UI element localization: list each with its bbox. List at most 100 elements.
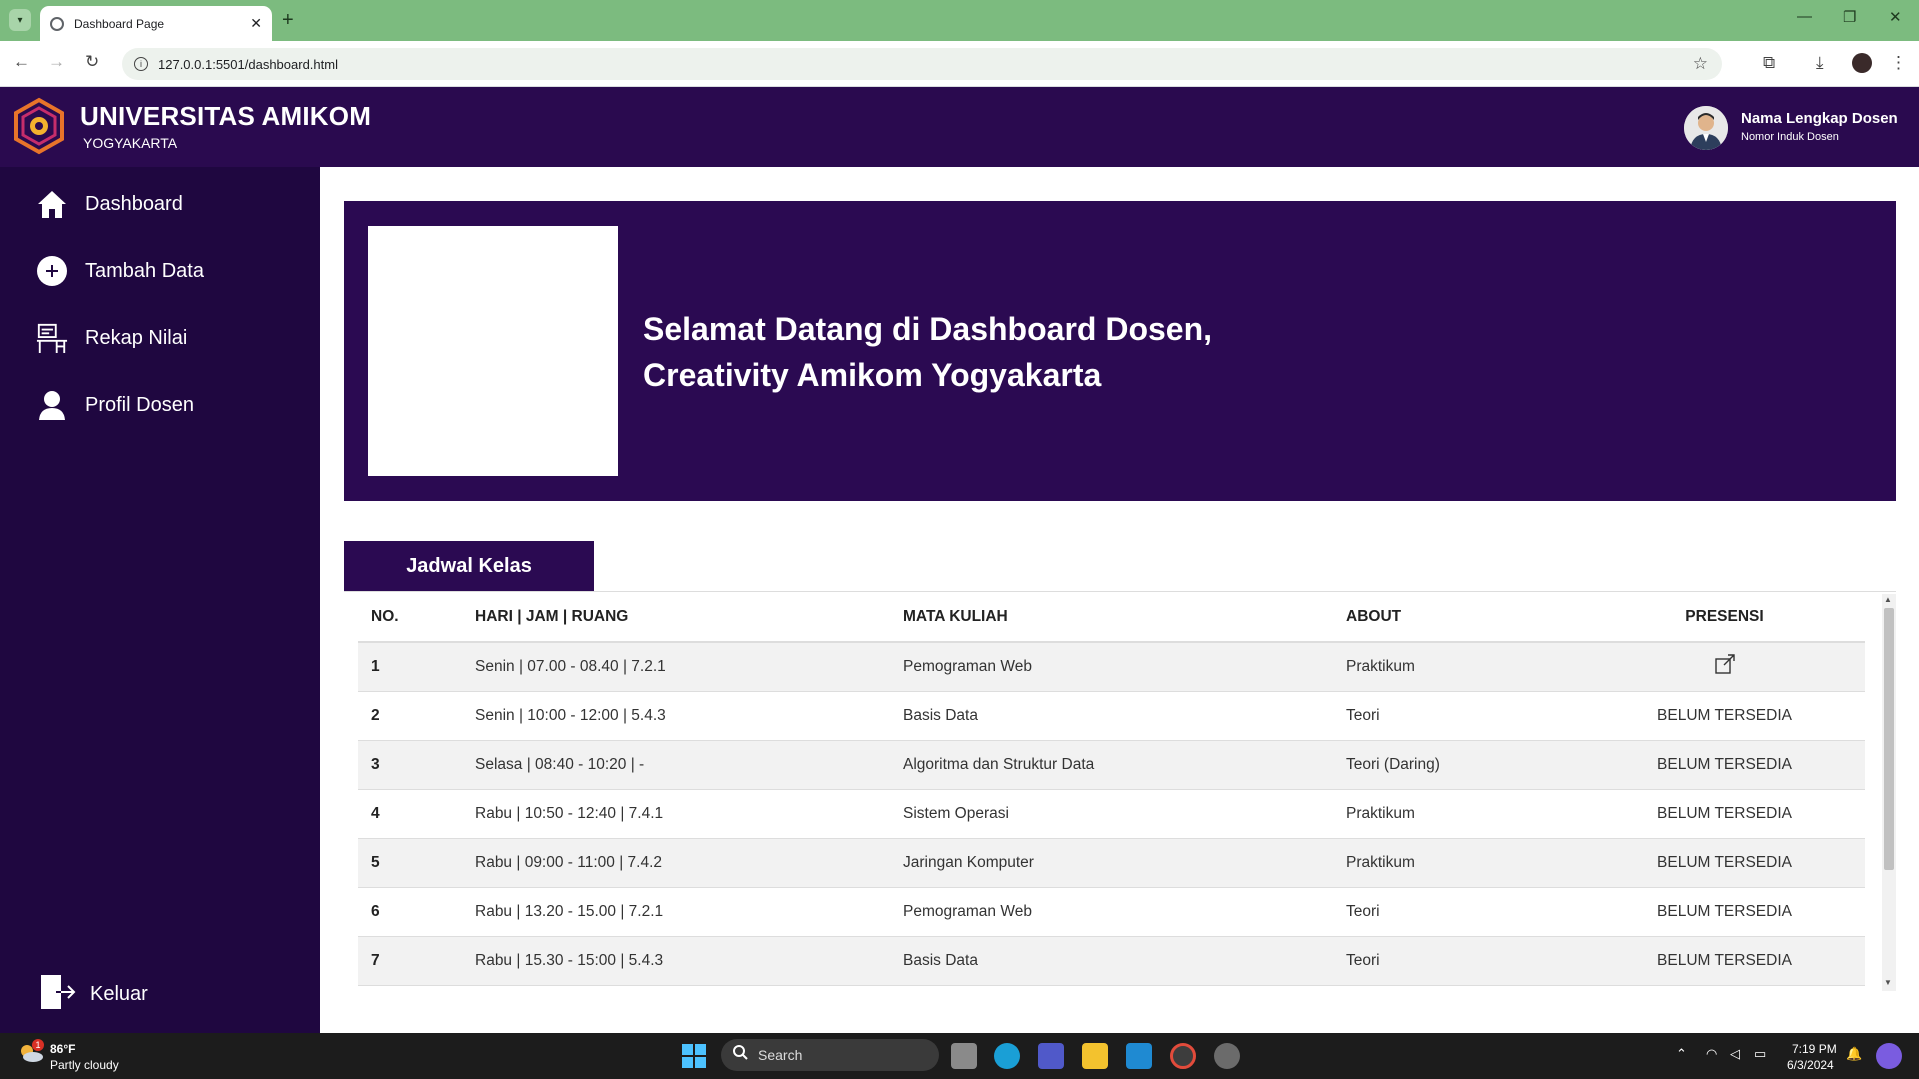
- show-hidden-icons-icon[interactable]: ⌃: [1676, 1046, 1687, 1062]
- sidebar-item-dashboard[interactable]: Dashboard: [36, 187, 183, 221]
- tab-title: Dashboard Page: [74, 16, 165, 31]
- user-icon: [36, 388, 68, 422]
- scroll-down-icon[interactable]: ▼: [1884, 978, 1892, 987]
- cell-no: 6: [358, 887, 475, 937]
- settings-gear-icon[interactable]: [1214, 1043, 1240, 1069]
- user-avatar[interactable]: [1684, 106, 1728, 150]
- edge-icon[interactable]: [994, 1043, 1020, 1069]
- cell-no: 3: [358, 740, 475, 790]
- cell-time: Rabu | 15.30 - 15:00 | 5.4.3: [475, 936, 903, 986]
- battery-icon[interactable]: ▭: [1754, 1046, 1766, 1062]
- banner-image-placeholder: [368, 226, 618, 476]
- new-tab-button[interactable]: +: [282, 9, 294, 32]
- scroll-up-icon[interactable]: ▲: [1884, 595, 1892, 604]
- open-presensi-link-icon[interactable]: [1714, 654, 1735, 678]
- minimize-icon[interactable]: —: [1797, 8, 1812, 25]
- clock-date[interactable]: 6/3/2024: [1787, 1058, 1834, 1072]
- download-icon[interactable]: ⤓: [1816, 53, 1824, 73]
- cell-presensi: BELUM TERSEDIA: [1584, 936, 1865, 986]
- column-header-no: NO.: [358, 592, 475, 643]
- logout-label: Keluar: [90, 983, 148, 1005]
- sidebar-item-label: Dashboard: [85, 192, 183, 215]
- cell-time: Senin | 10:00 - 12:00 | 5.4.3: [475, 691, 903, 741]
- table-scrollbar-thumb[interactable]: [1884, 608, 1894, 870]
- column-header-time: HARI | JAM | RUANG: [475, 592, 903, 643]
- cell-presensi: BELUM TERSEDIA: [1584, 691, 1865, 741]
- windows-start-icon[interactable]: [681, 1043, 707, 1069]
- cell-course: Pemograman Web: [903, 642, 1346, 692]
- restore-icon[interactable]: ❐: [1843, 8, 1856, 26]
- taskbar-search[interactable]: Search: [721, 1039, 939, 1071]
- welcome-heading: Selamat Datang di Dashboard Dosen, Creat…: [643, 306, 1212, 398]
- vscode-icon[interactable]: [1126, 1043, 1152, 1069]
- sidebar-item-tambah-data[interactable]: Tambah Data: [36, 254, 204, 288]
- brand-name: UNIVERSITAS AMIKOM: [80, 101, 372, 131]
- table-row: 2 Senin | 10:00 - 12:00 | 5.4.3 Basis Da…: [358, 691, 1865, 741]
- cell-no: 7: [358, 936, 475, 986]
- cell-no: 1: [358, 642, 475, 692]
- cell-course: Pemograman Web: [903, 887, 1346, 937]
- sidebar-item-label: Tambah Data: [85, 259, 204, 282]
- windows-taskbar: 1 86°F Partly cloudy Search ⌃ ◠ ◁ ▭ 7:19…: [0, 1033, 1919, 1079]
- back-icon[interactable]: ←: [13, 52, 30, 72]
- reload-icon[interactable]: ↻: [85, 52, 99, 72]
- wifi-icon[interactable]: ◠: [1706, 1046, 1717, 1062]
- cell-about: Praktikum: [1346, 789, 1584, 839]
- file-explorer-icon[interactable]: [1082, 1043, 1108, 1069]
- sidebar-item-rekap-nilai[interactable]: Rekap Nilai: [36, 321, 187, 355]
- sidebar-item-profil-dosen[interactable]: Profil Dosen: [36, 388, 194, 422]
- cell-time: Senin | 07.00 - 08.40 | 7.2.1: [475, 642, 903, 692]
- logout-button[interactable]: Keluar: [40, 974, 148, 1015]
- forward-icon[interactable]: →: [48, 52, 65, 72]
- chrome-icon[interactable]: [1170, 1043, 1196, 1069]
- plus-circle-icon: [36, 254, 68, 288]
- cell-about: Praktikum: [1346, 642, 1584, 692]
- site-info-icon[interactable]: i: [134, 57, 148, 71]
- cell-time: Rabu | 13.20 - 15.00 | 7.2.1: [475, 887, 903, 937]
- weather-alert-badge: 1: [32, 1039, 44, 1051]
- clock-time[interactable]: 7:19 PM: [1792, 1042, 1837, 1056]
- cell-presensi: BELUM TERSEDIA: [1584, 838, 1865, 888]
- table-row: 1 Senin | 07.00 - 08.40 | 7.2.1 Pemogram…: [358, 642, 1865, 692]
- cell-course: Sistem Operasi: [903, 789, 1346, 839]
- tab-jadwal-kelas[interactable]: Jadwal Kelas: [344, 541, 594, 591]
- cell-presensi: BELUM TERSEDIA: [1584, 740, 1865, 790]
- cell-time: Rabu | 09:00 - 11:00 | 7.4.2: [475, 838, 903, 888]
- copilot-icon[interactable]: [1876, 1043, 1902, 1069]
- close-window-icon[interactable]: ✕: [1889, 8, 1902, 26]
- cell-course: Algoritma dan Struktur Data: [903, 740, 1346, 790]
- table-row: 7 Rabu | 15.30 - 15:00 | 5.4.3 Basis Dat…: [358, 936, 1865, 986]
- bookmark-star-icon[interactable]: ☆: [1693, 54, 1708, 74]
- notification-bell-icon[interactable]: 🔔: [1846, 1046, 1862, 1062]
- tab-close-icon[interactable]: ✕: [250, 15, 262, 32]
- browser-toolbar: ← → ↻ i 127.0.0.1:5501/dashboard.html ☆ …: [0, 41, 1919, 87]
- tab-search-button[interactable]: ▾: [9, 9, 31, 31]
- task-view-icon[interactable]: [951, 1043, 977, 1069]
- cell-time: Rabu | 10:50 - 12:40 | 7.4.1: [475, 789, 903, 839]
- volume-icon[interactable]: ◁: [1730, 1046, 1740, 1062]
- logout-icon: [40, 974, 76, 1015]
- address-bar[interactable]: i 127.0.0.1:5501/dashboard.html ☆: [122, 48, 1722, 80]
- cell-no: 2: [358, 691, 475, 741]
- cell-about: Praktikum: [1346, 838, 1584, 888]
- browser-tab[interactable]: Dashboard Page ✕: [40, 6, 272, 41]
- profile-avatar[interactable]: [1852, 53, 1872, 73]
- column-header-about: ABOUT: [1346, 592, 1584, 643]
- sidebar-item-label: Profil Dosen: [85, 393, 194, 416]
- cell-presensi: BELUM TERSEDIA: [1584, 789, 1865, 839]
- cell-course: Jaringan Komputer: [903, 838, 1346, 888]
- cell-about: Teori: [1346, 887, 1584, 937]
- column-header-course: MATA KULIAH: [903, 592, 1346, 643]
- cell-about: Teori: [1346, 936, 1584, 986]
- cell-about: Teori: [1346, 691, 1584, 741]
- column-header-presensi: PRESENSI: [1584, 592, 1865, 643]
- sidebar: Dashboard Tambah Data Rekap Nilai Profil…: [0, 167, 320, 1033]
- browser-menu-icon[interactable]: ⋮: [1890, 53, 1907, 73]
- sidebar-item-label: Rekap Nilai: [85, 326, 188, 349]
- extensions-icon[interactable]: ⧉: [1763, 53, 1775, 73]
- table-row: 6 Rabu | 13.20 - 15.00 | 7.2.1 Pemograma…: [358, 887, 1865, 937]
- teams-icon[interactable]: [1038, 1043, 1064, 1069]
- cell-presensi: BELUM TERSEDIA: [1584, 887, 1865, 937]
- weather-description: Partly cloudy: [50, 1058, 119, 1072]
- cell-no: 4: [358, 789, 475, 839]
